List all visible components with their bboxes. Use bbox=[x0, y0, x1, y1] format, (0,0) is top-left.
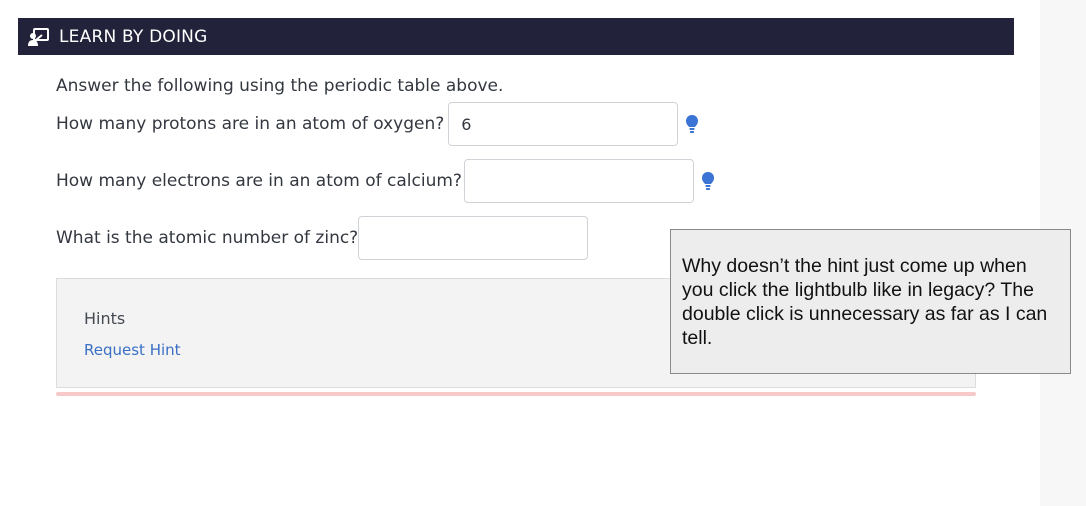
question-label: How many electrons are in an atom of cal… bbox=[56, 171, 462, 191]
instruction-text: Answer the following using the periodic … bbox=[56, 76, 504, 96]
question-row: How many protons are in an atom of oxyge… bbox=[56, 102, 700, 146]
learn-by-doing-header: LEARN BY DOING bbox=[18, 18, 1014, 55]
header-title: LEARN BY DOING bbox=[59, 26, 208, 47]
comment-text: Why doesn’t the hint just come up when y… bbox=[682, 255, 1048, 349]
answer-input[interactable] bbox=[448, 102, 679, 146]
question-row: How many electrons are in an atom of cal… bbox=[56, 159, 716, 203]
question-label: How many protons are in an atom of oxyge… bbox=[56, 114, 445, 134]
feedback-strip bbox=[56, 392, 976, 396]
lightbulb-hint-icon[interactable] bbox=[684, 113, 700, 135]
answer-input[interactable] bbox=[358, 216, 589, 260]
learn-by-doing-icon bbox=[28, 27, 50, 47]
question-row: What is the atomic number of zinc? bbox=[56, 216, 589, 260]
review-comment: Why doesn’t the hint just come up when y… bbox=[670, 229, 1071, 374]
hints-title: Hints bbox=[84, 309, 126, 328]
answer-input[interactable] bbox=[463, 159, 694, 203]
question-label: What is the atomic number of zinc? bbox=[56, 228, 359, 248]
lightbulb-hint-icon[interactable] bbox=[700, 170, 716, 192]
request-hint-link[interactable]: Request Hint bbox=[84, 341, 181, 359]
